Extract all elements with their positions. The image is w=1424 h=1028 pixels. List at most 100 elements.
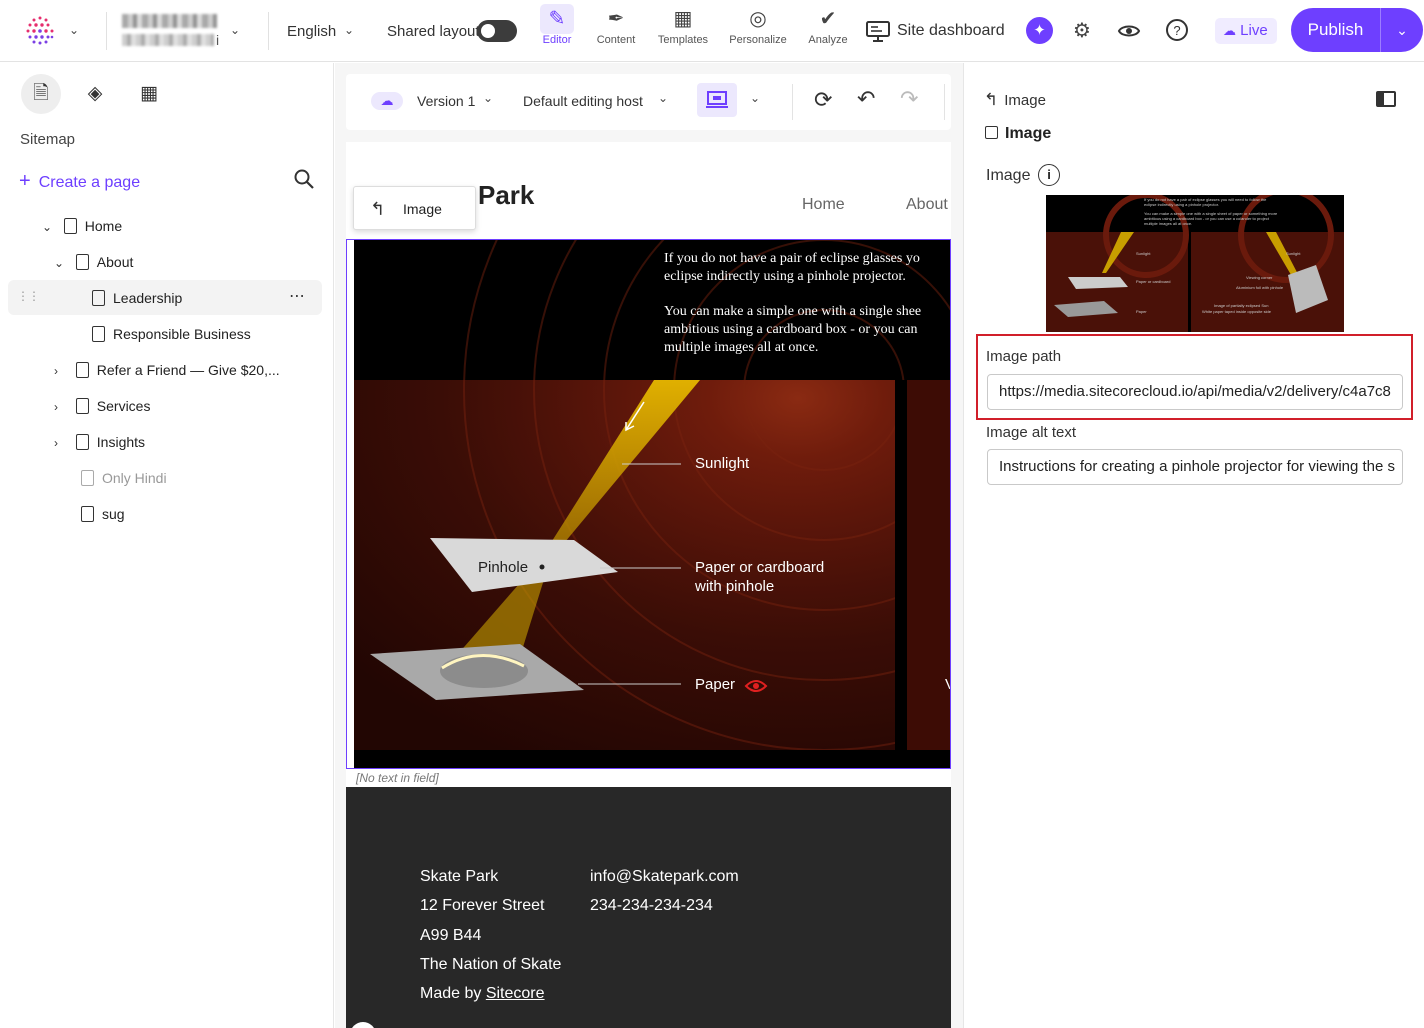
tree-label: Home (84, 218, 123, 234)
tree-item-leadership[interactable]: Leadership (92, 283, 182, 313)
logo-chevron-down-icon[interactable]: ⌄ (69, 23, 79, 37)
svg-text:Image of partially eclipsed Su: Image of partially eclipsed Sun (1214, 303, 1268, 308)
panel-toggle-icon[interactable] (1376, 91, 1396, 107)
tree-label: Leadership (113, 290, 183, 306)
publish-options-chevron-icon[interactable]: ⌄ (1380, 8, 1423, 52)
nav-editor[interactable]: ✎ Editor (537, 4, 577, 58)
search-icon[interactable] (293, 168, 315, 193)
svg-text:Sunlight: Sunlight (1286, 251, 1301, 256)
image-thumbnail[interactable]: If you do not have a pair of eclipse gla… (1046, 195, 1344, 332)
account-suffix: i (216, 32, 220, 48)
page-nav-home[interactable]: Home (802, 196, 845, 214)
footer-company: Skate Park (420, 868, 499, 885)
create-page-button[interactable]: + Create a page (19, 170, 140, 193)
tree-item-about[interactable]: ⌄ About (54, 247, 133, 277)
svg-text:?: ? (1173, 23, 1180, 38)
chevron-right-icon[interactable]: › (54, 392, 68, 422)
cloud-version-icon: ☁ (371, 92, 403, 110)
blurred-account-name (122, 14, 217, 28)
tree-item-responsible-business[interactable]: Responsible Business (92, 319, 251, 349)
page-nav-about[interactable]: About (906, 196, 948, 214)
puzzle-icon[interactable]: ⚙ (1067, 16, 1097, 46)
plus-icon: + (19, 170, 31, 192)
image-path-field[interactable]: https://media.sitecorecloud.io/api/media… (987, 374, 1403, 410)
page-icon (92, 290, 105, 306)
panel-breadcrumb[interactable]: ↰ Image (984, 90, 1046, 110)
image-component-chip[interactable]: ↰ Image (353, 186, 476, 230)
live-label: Live (1240, 22, 1268, 39)
tree-item-only-hindi[interactable]: Only Hindi (81, 463, 167, 493)
chevron-right-icon[interactable]: › (54, 356, 68, 386)
empty-field-placeholder[interactable]: [No text in field] (356, 771, 439, 785)
image-field-label: Image (986, 167, 1031, 184)
site-dashboard-button[interactable]: Site dashboard (866, 19, 1016, 45)
tree-label: Services (96, 398, 151, 414)
tree-item-home[interactable]: ⌄ Home (42, 211, 122, 241)
page-icon (81, 470, 94, 486)
language-chevron-down-icon[interactable]: ⌄ (344, 23, 354, 37)
drag-handle-icon[interactable]: ⋮⋮ (17, 289, 40, 303)
tree-item-sug[interactable]: sug (81, 499, 125, 529)
preview-eye-icon[interactable] (1117, 19, 1141, 46)
more-options-icon[interactable]: ⋯ (289, 286, 306, 306)
refresh-icon[interactable]: ⟳ (814, 87, 832, 113)
chevron-down-icon[interactable]: ⌄ (54, 248, 68, 278)
device-laptop-button[interactable] (697, 83, 737, 117)
language-selector[interactable]: English (287, 23, 336, 40)
nav-templates[interactable]: ▦ Templates (655, 4, 711, 58)
version-selector[interactable]: Version 1 (417, 93, 475, 109)
layers-tab-icon[interactable]: ◈ (77, 76, 113, 112)
tree-item-services[interactable]: › Services (54, 391, 150, 421)
panel-title-label: Image (1005, 125, 1052, 142)
components-tab-icon[interactable]: ▦ (131, 76, 167, 112)
redo-icon[interactable]: ↷ (900, 86, 918, 112)
account-selector[interactable]: i (122, 12, 222, 50)
chevron-right-icon[interactable]: › (54, 428, 68, 458)
nav-personalize-label: Personalize (729, 34, 787, 46)
account-chevron-down-icon[interactable]: ⌄ (230, 23, 240, 37)
nav-content[interactable]: ✒ Content (591, 4, 641, 58)
tree-item-refer-a-friend[interactable]: › Refer a Friend — Give $20,... (54, 355, 280, 385)
tree-label: Refer a Friend — Give $20,... (96, 362, 280, 378)
tree-item-insights[interactable]: › Insights (54, 427, 145, 457)
undo-icon[interactable]: ↶ (857, 86, 875, 112)
nav-personalize[interactable]: ◎ Personalize (727, 4, 789, 58)
panel-title: Image (985, 125, 1051, 143)
cloud-icon: ☁ (1223, 23, 1236, 38)
image-path-label: Image path (986, 348, 1062, 365)
page-icon (92, 326, 105, 342)
image-selection-outline (346, 239, 951, 769)
editing-host-selector[interactable]: Default editing host (523, 93, 643, 109)
pages-tab-icon[interactable]: 🗎 (21, 74, 61, 114)
tree-label: Responsible Business (113, 326, 251, 342)
divider (944, 84, 945, 120)
version-chevron-down-icon[interactable]: ⌄ (483, 91, 493, 105)
help-icon[interactable]: ? (1165, 18, 1189, 45)
footer-postcode: A99 B44 (420, 927, 482, 944)
footer-country: The Nation of Skate (420, 956, 562, 973)
svg-text:Paper: Paper (1136, 309, 1147, 314)
chevron-down-icon[interactable]: ⌄ (42, 212, 56, 242)
tree-label: Insights (96, 434, 146, 450)
personalize-target-icon: ◎ (749, 8, 767, 30)
footer-phone: 234-234-234-234 (590, 897, 713, 914)
device-chevron-down-icon[interactable]: ⌄ (750, 91, 760, 105)
image-alt-field[interactable]: Instructions for creating a pinhole proj… (987, 449, 1403, 485)
info-icon[interactable]: i (1038, 164, 1060, 186)
shared-layout-toggle[interactable] (477, 20, 517, 42)
tree-label: About (96, 254, 134, 270)
thumbnail-diagram: If you do not have a pair of eclipse gla… (1046, 195, 1344, 332)
footer-email[interactable]: info@Skatepark.com (590, 868, 739, 886)
page-icon (75, 434, 89, 450)
templates-grid-icon: ▦ (673, 8, 693, 30)
svg-text:White paper taped inside oppos: White paper taped inside opposite side (1202, 309, 1272, 314)
sitecore-logo-icon[interactable] (22, 14, 58, 48)
nav-analyze[interactable]: ✔ Analyze (804, 4, 852, 58)
host-chevron-down-icon[interactable]: ⌄ (658, 91, 668, 105)
live-status-badge[interactable]: ☁ Live (1215, 18, 1277, 44)
publish-button[interactable]: Publish (1291, 8, 1380, 52)
site-title[interactable]: Park (478, 180, 534, 211)
ai-sparkle-icon[interactable]: ✦ (1026, 17, 1053, 44)
sitecore-link[interactable]: Sitecore (486, 985, 545, 1002)
footer-made-by: Made by Sitecore (420, 985, 545, 1003)
